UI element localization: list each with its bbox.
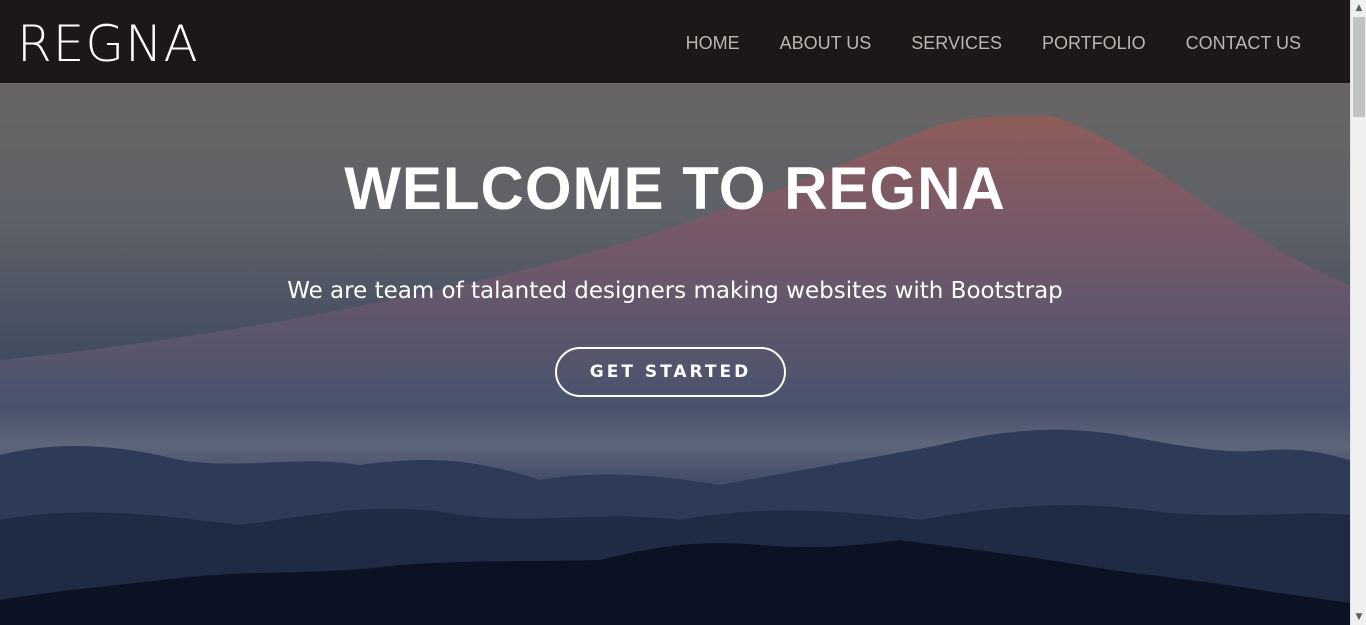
hero-subtitle: We are team of talanted designers making… [287,278,1063,304]
top-navbar: REGNA HOME ABOUT US SERVICES PORTFOLIO C… [0,0,1350,83]
brand-logo[interactable]: REGNA [17,14,199,74]
main-nav-menu: HOME ABOUT US SERVICES PORTFOLIO CONTACT… [686,30,1301,56]
nav-item-services[interactable]: SERVICES [911,30,1002,56]
hero-section [0,0,1350,625]
page: REGNA HOME ABOUT US SERVICES PORTFOLIO C… [0,0,1366,625]
vertical-scrollbar[interactable]: ▲ ▼ [1350,0,1366,625]
nav-item-home[interactable]: HOME [686,30,740,56]
hero-background-image [0,0,1350,625]
hero-title: WELCOME TO REGNA [344,155,1006,222]
get-started-button[interactable]: GET STARTED [555,347,786,397]
nav-item-about-us[interactable]: ABOUT US [780,30,872,56]
nav-item-contact-us[interactable]: CONTACT US [1186,30,1301,56]
scroll-down-arrow-icon[interactable]: ▼ [1351,609,1366,625]
scroll-up-arrow-icon[interactable]: ▲ [1351,0,1366,16]
nav-item-portfolio[interactable]: PORTFOLIO [1042,30,1146,56]
scrollbar-thumb[interactable] [1353,17,1365,117]
